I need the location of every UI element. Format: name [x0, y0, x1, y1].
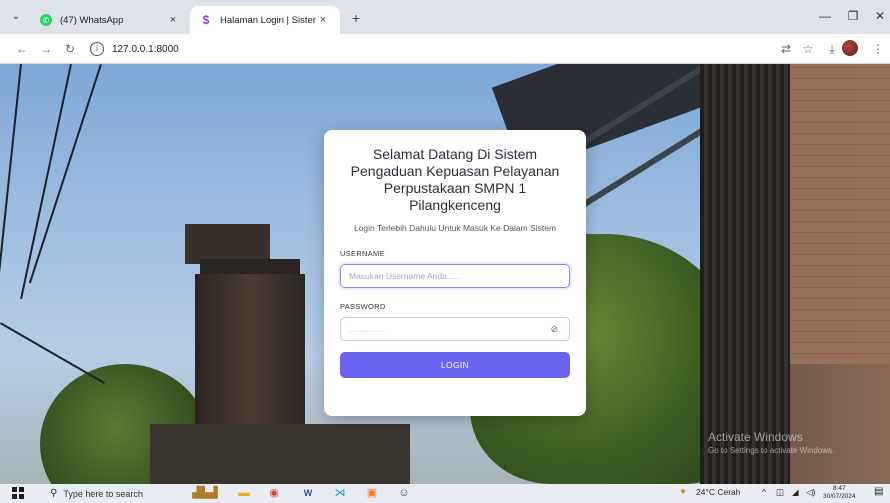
- page-viewport: Selamat Datang Di Sistem Pengaduan Kepua…: [0, 64, 890, 484]
- username-input[interactable]: [349, 271, 561, 281]
- weather-text[interactable]: 24°C Cerah: [696, 487, 741, 497]
- background-wire: [0, 322, 105, 384]
- search-icon: ⚲: [50, 488, 58, 499]
- emoji-icon[interactable]: ☺: [396, 486, 412, 501]
- weather-icon: ●: [680, 486, 687, 497]
- city-skyline-icon[interactable]: ▟▙▟: [185, 486, 225, 501]
- tab-close-icon[interactable]: ×: [316, 14, 330, 26]
- bookmark-star-icon[interactable]: ☆: [800, 41, 816, 57]
- tab-title: Halaman Login | Sistem Pengad: [220, 14, 316, 26]
- url-text: 127.0.0.1:8000: [112, 43, 179, 55]
- back-icon[interactable]: ←: [14, 41, 30, 57]
- password-input[interactable]: [349, 324, 548, 334]
- toggle-password-visibility-icon[interactable]: ⊘: [548, 324, 561, 335]
- file-explorer-icon[interactable]: ▬: [236, 486, 252, 501]
- password-label: PASSWORD: [340, 302, 386, 311]
- word-icon[interactable]: W: [300, 486, 316, 501]
- browser-tab-strip: ⌄ ✆ (47) WhatsApp × $ Halaman Login | Si…: [0, 0, 890, 34]
- background-wire: [0, 64, 22, 323]
- watermark-subtitle: Go to Settings to activate Windows.: [708, 446, 835, 455]
- browser-toolbar: ← → ↻ i 127.0.0.1:8000 ⇄ ☆ ⤓ ⋮: [0, 34, 890, 64]
- windows-taskbar: ⚲ Type here to search ▟▙▟ ▬ ◉ W ⋊ ▣ ☺ ● …: [0, 484, 890, 503]
- username-label: USERNAME: [340, 249, 385, 258]
- background-building-stripes: [700, 64, 790, 484]
- taskbar-search-text: Type here to search: [63, 488, 143, 499]
- reload-icon[interactable]: ↻: [62, 41, 78, 57]
- background-roof: [150, 424, 410, 484]
- address-bar[interactable]: i 127.0.0.1:8000: [90, 39, 780, 59]
- password-field[interactable]: ⊘: [340, 317, 570, 341]
- tab-title: (47) WhatsApp: [60, 14, 124, 26]
- network-icon[interactable]: ◫: [776, 487, 784, 498]
- login-subtitle: Login Terlebih Dahulu Untuk Masuk Ke Dal…: [353, 223, 557, 233]
- taskbar-clock[interactable]: 8:47 30/07/2024: [823, 485, 856, 501]
- login-button[interactable]: LOGIN: [340, 352, 570, 378]
- translate-icon[interactable]: ⇄: [778, 41, 794, 57]
- tab-close-icon[interactable]: ×: [166, 14, 180, 26]
- profile-avatar[interactable]: [842, 40, 858, 56]
- clock-time: 8:47: [832, 485, 846, 492]
- volume-icon[interactable]: ◁): [806, 487, 815, 498]
- vscode-icon[interactable]: ⋊: [332, 486, 348, 501]
- notifications-icon[interactable]: ▤: [874, 486, 883, 497]
- chrome-icon[interactable]: ◉: [266, 486, 282, 501]
- whatsapp-icon: ✆: [40, 14, 52, 26]
- tab-search-icon[interactable]: ⌄: [8, 9, 24, 25]
- taskbar-search[interactable]: ⚲ Type here to search: [50, 486, 143, 501]
- username-field[interactable]: [340, 264, 570, 288]
- restore-icon[interactable]: ❐: [843, 9, 863, 23]
- site-info-icon[interactable]: i: [90, 42, 104, 56]
- forward-icon[interactable]: →: [38, 41, 54, 57]
- login-title: Selamat Datang Di Sistem Pengaduan Kepua…: [350, 146, 560, 213]
- wifi-icon[interactable]: ◢: [792, 487, 799, 498]
- background-brick-wall: [790, 64, 890, 364]
- download-icon[interactable]: ⤓: [824, 41, 840, 57]
- background-tower-top: [185, 224, 270, 264]
- app-favicon-icon: $: [202, 13, 210, 27]
- close-window-icon[interactable]: ✕: [870, 9, 890, 23]
- new-tab-button[interactable]: +: [348, 10, 364, 26]
- activate-windows-watermark: Activate Windows Go to Settings to activ…: [708, 430, 834, 455]
- tray-chevron-icon[interactable]: ^: [762, 487, 766, 497]
- clock-date: 30/07/2024: [823, 493, 856, 500]
- minimize-icon[interactable]: —: [815, 9, 835, 23]
- watermark-title: Activate Windows: [708, 430, 803, 444]
- background-wire: [28, 64, 102, 284]
- background-wire: [20, 64, 72, 300]
- tab-whatsapp[interactable]: ✆ (47) WhatsApp ×: [30, 6, 190, 34]
- windows-start-icon[interactable]: [12, 487, 24, 499]
- xampp-icon[interactable]: ▣: [364, 486, 380, 501]
- login-card: Selamat Datang Di Sistem Pengaduan Kepua…: [324, 130, 586, 416]
- tab-login[interactable]: $ Halaman Login | Sistem Pengad ×: [190, 6, 340, 34]
- menu-kebab-icon[interactable]: ⋮: [870, 41, 886, 57]
